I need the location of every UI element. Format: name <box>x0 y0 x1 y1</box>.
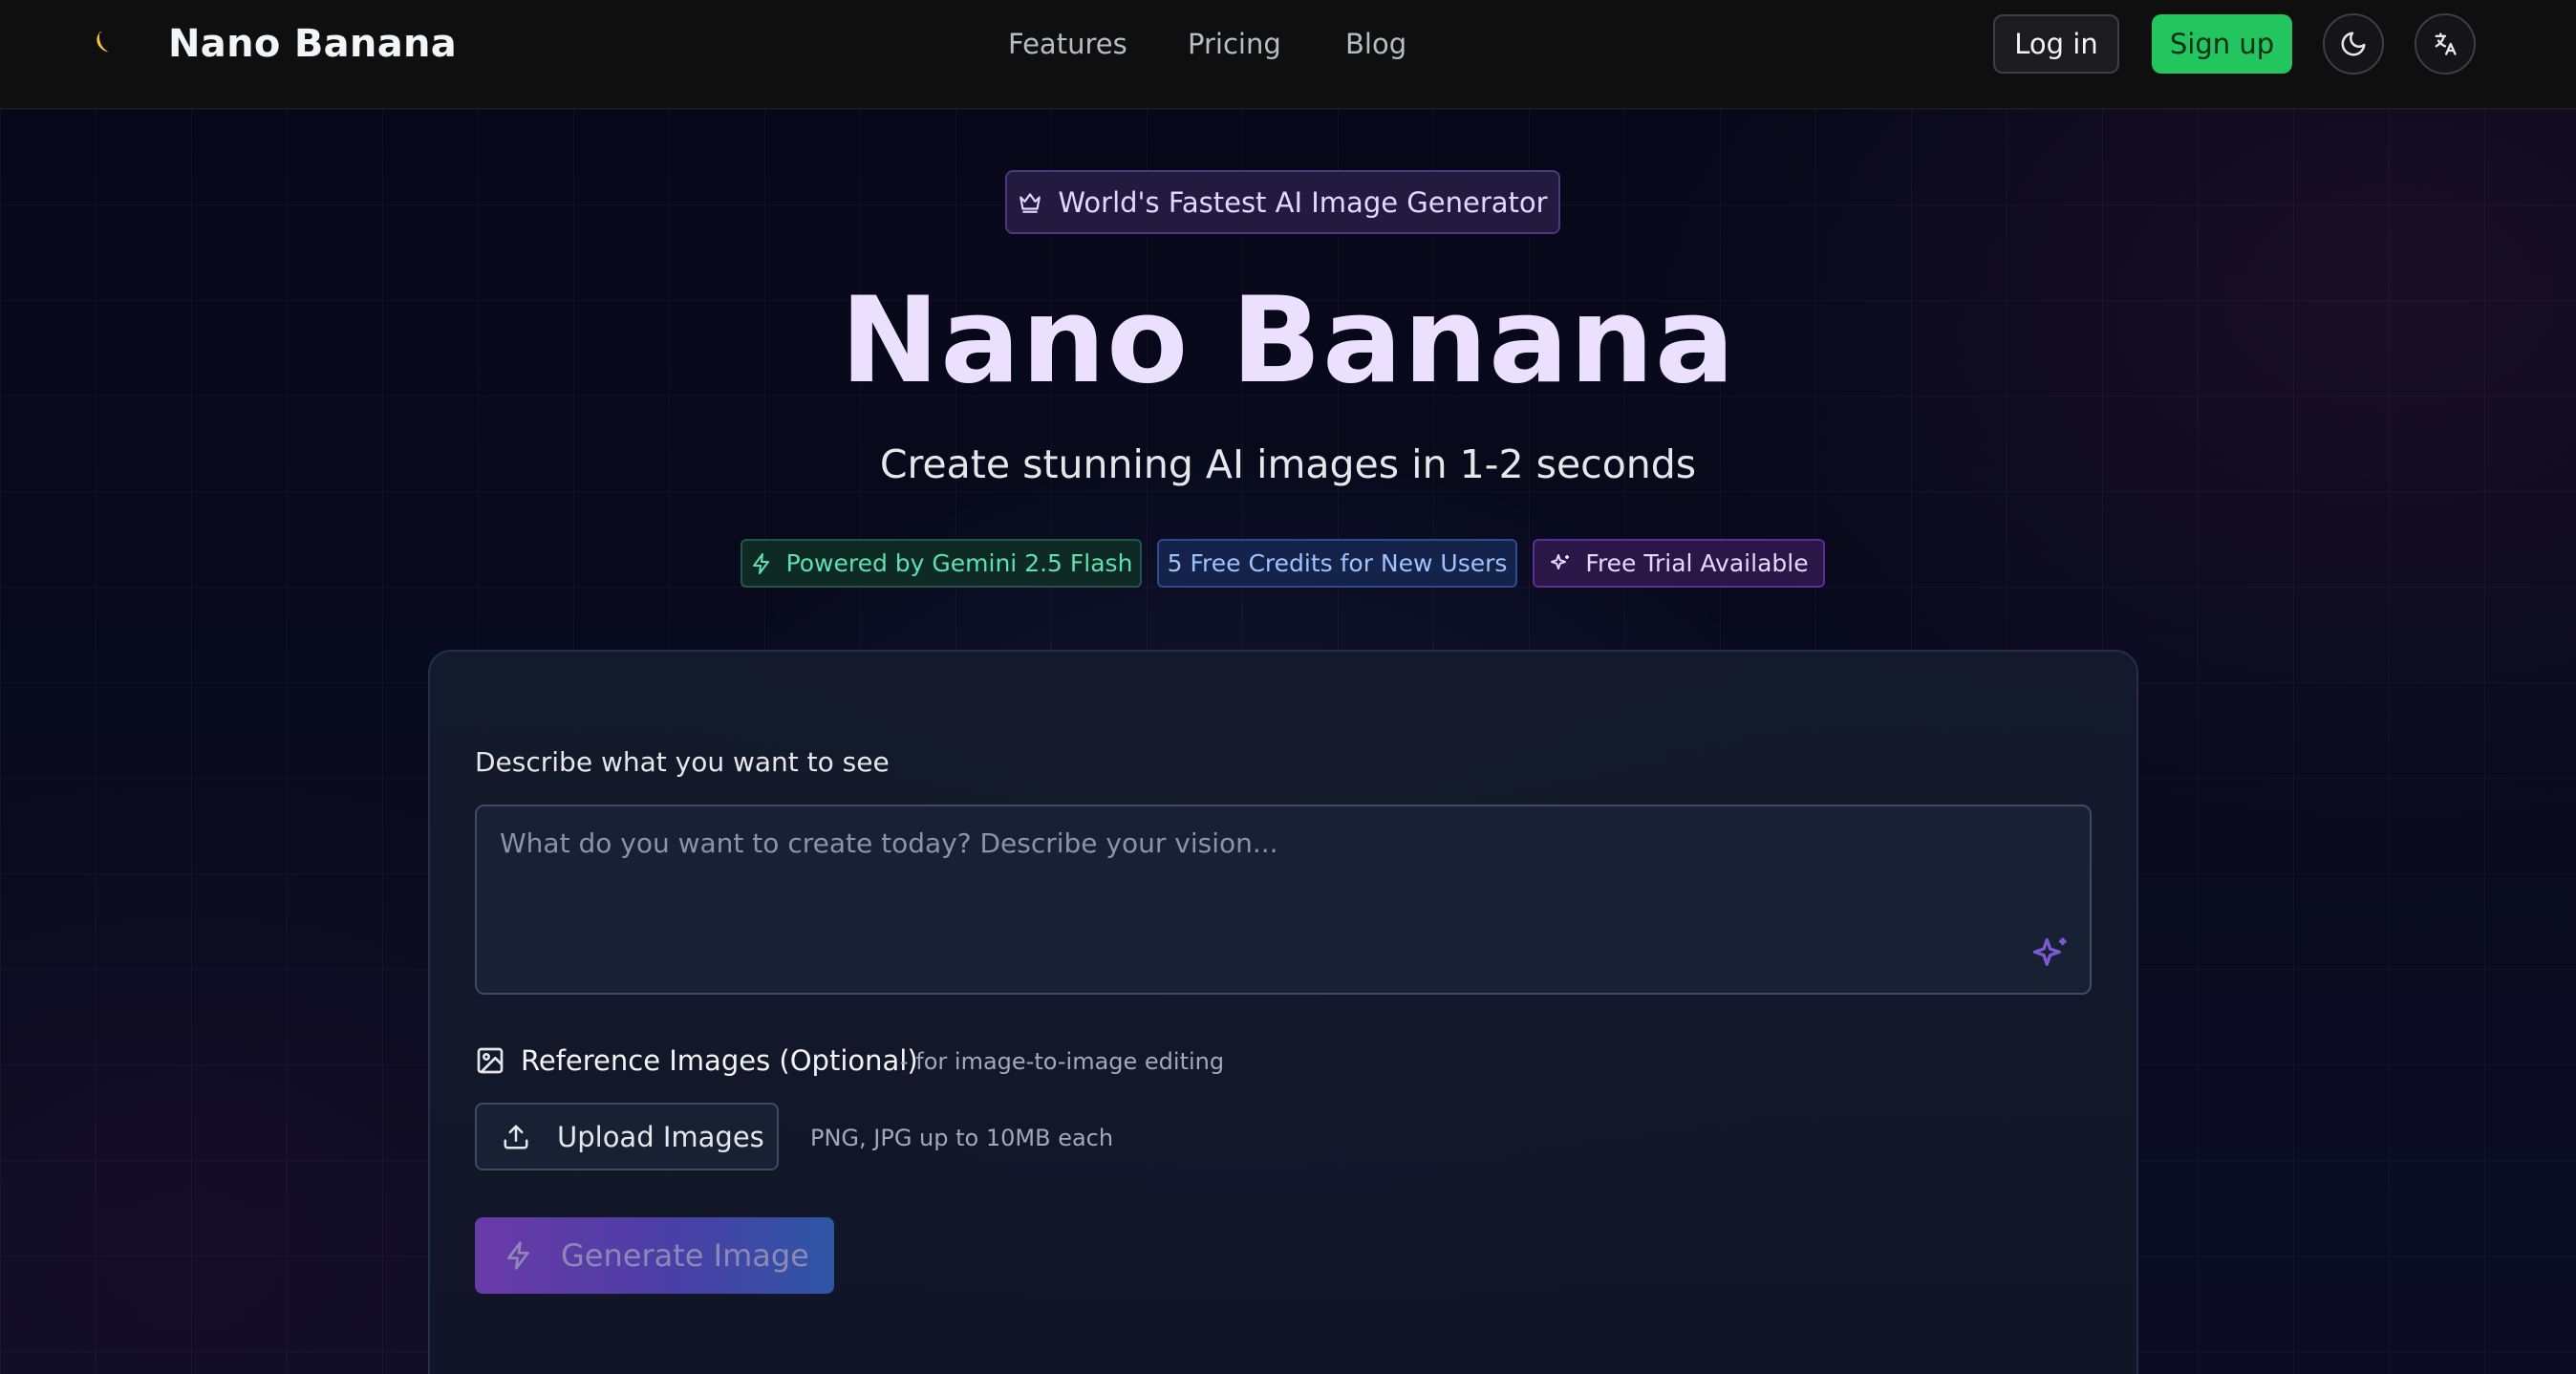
sparkles-icon[interactable] <box>2029 934 2072 977</box>
generate-image-label: Generate Image <box>561 1237 809 1274</box>
lightning-icon <box>752 552 769 574</box>
upload-hint: PNG, JPG up to 10MB each <box>810 1125 1114 1151</box>
brand-name[interactable]: Nano Banana <box>168 19 457 69</box>
upload-images-label: Upload Images <box>557 1120 764 1153</box>
hero-badge-text: World's Fastest AI Image Generator <box>1058 185 1548 219</box>
language-button[interactable] <box>2415 13 2476 75</box>
chip-free-trial-text: Free Trial Available <box>1585 549 1809 577</box>
reference-images-hint: - for image-to-image editing <box>900 1048 1225 1075</box>
signup-button[interactable]: Sign up <box>2152 14 2292 74</box>
hero-title: Nano Banana <box>840 272 1736 410</box>
banana-icon[interactable] <box>92 30 118 56</box>
translate-icon <box>2435 32 2457 55</box>
nav-link-blog[interactable]: Blog <box>1345 27 1406 61</box>
moon-icon <box>2341 32 2366 56</box>
upload-images-button[interactable]: Upload Images <box>475 1103 779 1170</box>
page: Nano Banana Features Pricing Blog Log in… <box>0 0 2576 1374</box>
upload-icon <box>504 1125 528 1149</box>
chip-free-trial: Free Trial Available <box>1533 539 1825 588</box>
sparkles-icon <box>1551 553 1570 569</box>
nav-link-pricing[interactable]: Pricing <box>1188 27 1281 61</box>
image-icon <box>477 1047 504 1074</box>
chip-powered-by-text: Powered by Gemini 2.5 Flash <box>785 549 1133 577</box>
top-nav-bar: Nano Banana Features Pricing Blog Log in… <box>0 0 2576 109</box>
chip-free-credits-text: 5 Free Credits for New Users <box>1167 549 1508 577</box>
hero-subtitle: Create stunning AI images in 1-2 seconds <box>879 441 1697 487</box>
nav-link-features[interactable]: Features <box>1008 27 1127 61</box>
hero-badge: World's Fastest AI Image Generator <box>1005 170 1560 234</box>
reference-images-label: Reference Images (Optional) <box>521 1044 918 1077</box>
chip-powered-by: Powered by Gemini 2.5 Flash <box>741 539 1142 588</box>
generate-image-button[interactable]: Generate Image <box>475 1217 834 1294</box>
prompt-label: Describe what you want to see <box>475 746 890 778</box>
prompt-input[interactable] <box>475 805 2092 995</box>
theme-toggle-button[interactable] <box>2323 13 2384 75</box>
login-button[interactable]: Log in <box>1993 14 2119 74</box>
crown-icon <box>1020 192 1041 213</box>
lightning-icon <box>507 1241 529 1270</box>
chip-free-credits: 5 Free Credits for New Users <box>1157 539 1517 588</box>
